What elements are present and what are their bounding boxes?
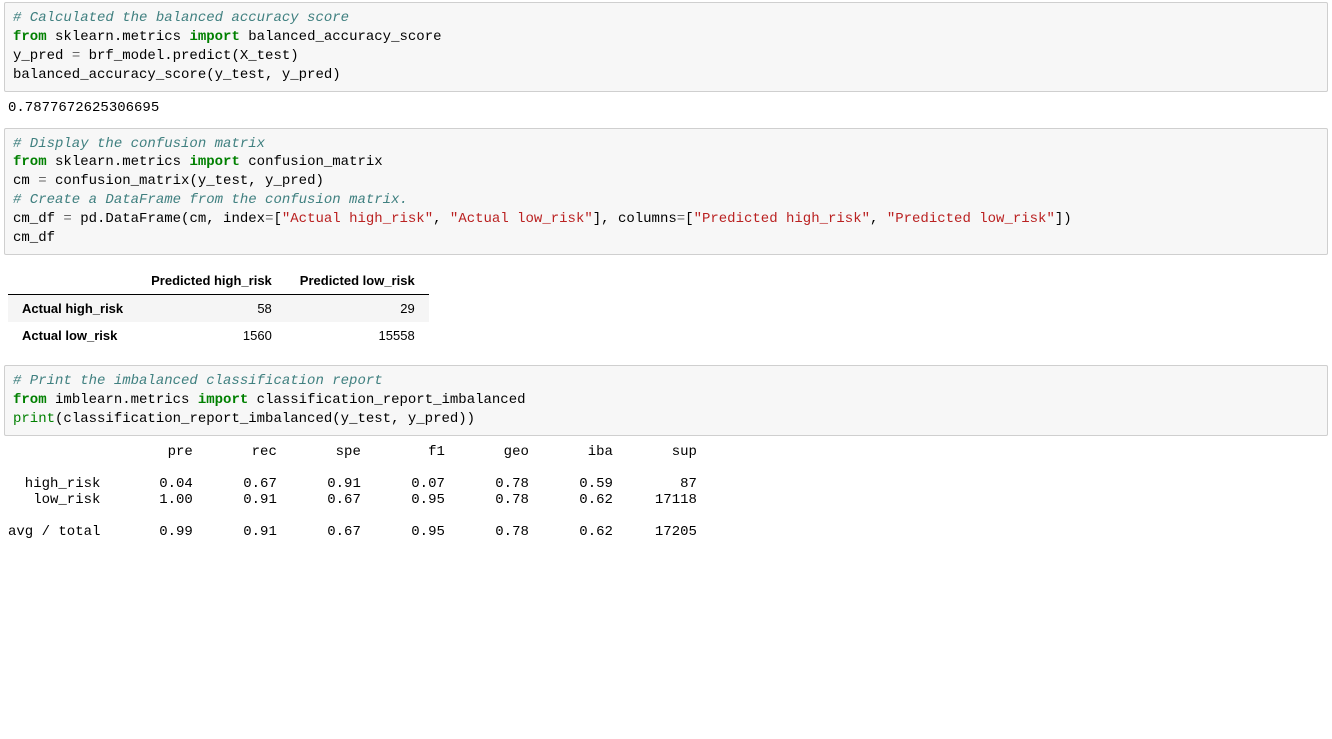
table-cell: 29 [286,294,429,322]
table-cell: 15558 [286,322,429,349]
kw-from: from [13,29,47,45]
output-2-dataframe: Predicted high_risk Predicted low_risk A… [0,259,1332,363]
kw-import: import [189,29,239,45]
code-cell-1: # Calculated the balanced accuracy score… [4,2,1328,92]
table-corner [8,267,137,295]
builtin-print: print [13,411,55,427]
confusion-matrix-table: Predicted high_risk Predicted low_risk A… [8,267,429,349]
table-row: Actual high_risk 58 29 [8,294,429,322]
comment: # Print the imbalanced classification re… [13,373,383,389]
table-row: Actual low_risk 1560 15558 [8,322,429,349]
col-header: Predicted low_risk [286,267,429,295]
code-cell-3: # Print the imbalanced classification re… [4,365,1328,436]
comment: # Display the confusion matrix [13,136,265,152]
row-index: Actual low_risk [8,322,137,349]
comment: # Calculated the balanced accuracy score [13,10,349,26]
code-cell-2: # Display the confusion matrix from skle… [4,128,1328,255]
comment: # Create a DataFrame from the confusion … [13,192,408,208]
output-1: 0.7877672625306695 [0,96,1332,126]
col-header: Predicted high_risk [137,267,286,295]
row-index: Actual high_risk [8,294,137,322]
table-cell: 1560 [137,322,286,349]
table-cell: 58 [137,294,286,322]
output-3-report: pre rec spe f1 geo iba sup high_risk 0.0… [0,440,1332,550]
